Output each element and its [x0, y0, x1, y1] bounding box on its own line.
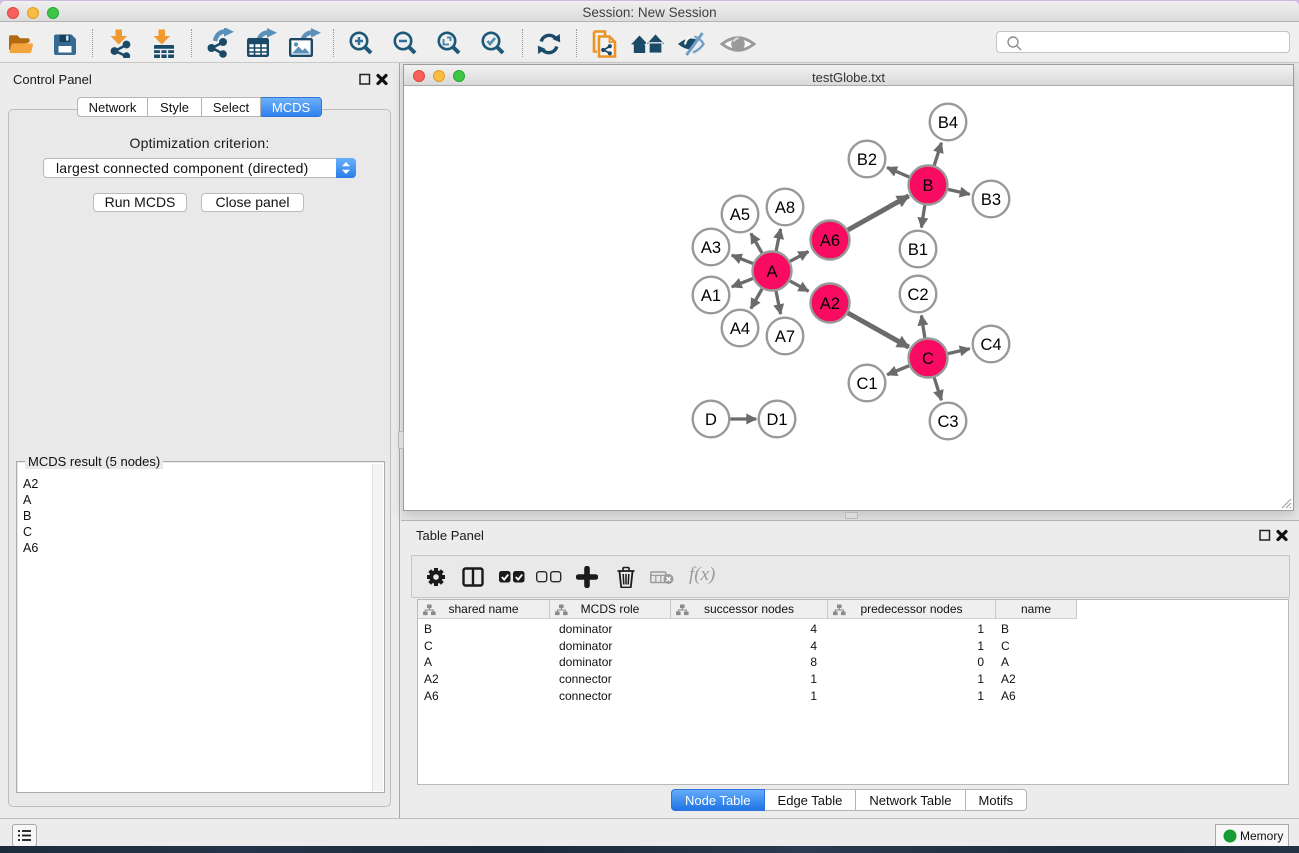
svg-text:A1: A1: [701, 287, 721, 305]
svg-text:D1: D1: [766, 411, 787, 429]
svg-text:C3: C3: [937, 413, 958, 431]
svg-text:B: B: [922, 177, 933, 195]
svg-text:B1: B1: [908, 241, 928, 259]
svg-text:A7: A7: [775, 328, 795, 346]
svg-text:A6: A6: [820, 232, 840, 250]
svg-text:B3: B3: [981, 191, 1001, 209]
svg-text:C1: C1: [856, 375, 877, 393]
svg-text:A3: A3: [701, 239, 721, 257]
svg-text:A8: A8: [775, 199, 795, 217]
svg-text:A4: A4: [730, 320, 750, 338]
svg-text:B4: B4: [938, 114, 958, 132]
svg-text:C4: C4: [980, 336, 1001, 354]
svg-text:A5: A5: [730, 206, 750, 224]
svg-text:D: D: [705, 411, 717, 429]
svg-text:A2: A2: [820, 295, 840, 313]
svg-text:C2: C2: [907, 286, 928, 304]
svg-text:B2: B2: [857, 151, 877, 169]
svg-text:A: A: [766, 263, 777, 281]
svg-text:C: C: [922, 350, 934, 368]
